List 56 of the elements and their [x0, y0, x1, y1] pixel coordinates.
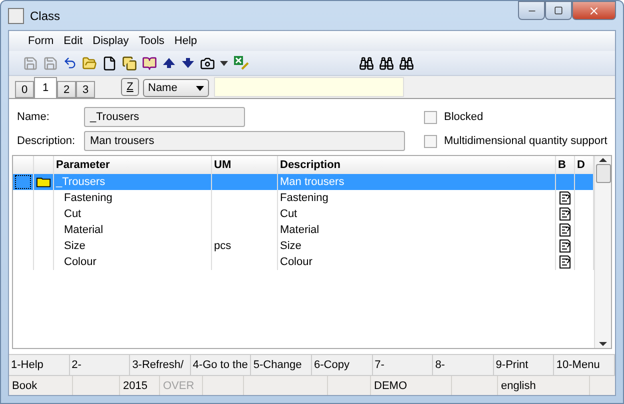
- status-text: english: [498, 376, 590, 395]
- up-arrow-icon[interactable]: [162, 57, 176, 69]
- tab[interactable]: 2: [57, 81, 76, 98]
- menu-item[interactable]: Edit: [58, 35, 88, 47]
- scroll-down-icon[interactable]: [599, 340, 607, 348]
- menu-item[interactable]: Form: [23, 35, 59, 47]
- table-cell: Colour: [278, 254, 556, 270]
- spreadsheet-pen-icon[interactable]: [233, 55, 249, 71]
- status-text: DEMO: [371, 376, 452, 395]
- description-field[interactable]: Man trousers: [84, 131, 405, 151]
- new-document-icon[interactable]: [102, 56, 117, 70]
- search-icon[interactable]: [359, 56, 374, 70]
- caret-icon: [196, 86, 204, 90]
- down-arrow-icon[interactable]: [181, 57, 195, 69]
- folder-open-icon[interactable]: [82, 56, 97, 70]
- status-text: Book: [9, 376, 73, 395]
- checkbox[interactable]: [424, 110, 437, 124]
- sort-dropdown[interactable]: Name: [143, 79, 209, 97]
- menu-item[interactable]: Display: [88, 35, 134, 47]
- note-icon[interactable]: [559, 207, 571, 221]
- note-icon[interactable]: [559, 191, 571, 205]
- app-icon: [8, 8, 24, 24]
- close-icon: [588, 4, 600, 16]
- table-cell: Colour: [54, 254, 212, 270]
- tab[interactable]: 3: [76, 81, 95, 98]
- note-icon[interactable]: [559, 255, 571, 269]
- note-icon[interactable]: [559, 239, 571, 253]
- camera-icon[interactable]: [200, 56, 215, 70]
- status-text: OVER: [160, 376, 203, 395]
- close-button[interactable]: [572, 1, 616, 20]
- caret-icon[interactable]: [220, 60, 228, 66]
- menu-item[interactable]: Tools: [134, 35, 170, 47]
- note-icon[interactable]: [559, 223, 571, 237]
- tab[interactable]: 1: [34, 77, 57, 98]
- name-field[interactable]: _Trousers: [84, 107, 245, 127]
- field-label: Name:: [17, 111, 50, 123]
- window-title: Class: [30, 8, 62, 22]
- undo-icon[interactable]: [63, 56, 77, 70]
- status-text: 2015: [120, 376, 160, 395]
- scroll-thumb[interactable]: [596, 164, 610, 183]
- search-field[interactable]: [214, 77, 404, 97]
- minimize-button[interactable]: [518, 1, 545, 20]
- field-label: Description:: [17, 135, 76, 147]
- dropdown-value: Name: [148, 82, 178, 94]
- sort-button[interactable]: Z: [121, 78, 139, 96]
- menu-item[interactable]: Help: [169, 35, 202, 47]
- checkbox-label: Multidimensional quantity support: [444, 135, 608, 147]
- copy-icon[interactable]: [122, 56, 137, 70]
- checkbox-label: Blocked: [444, 111, 484, 123]
- folder-icon: [36, 176, 51, 188]
- maximize-button[interactable]: [545, 1, 572, 20]
- book-icon[interactable]: [142, 56, 157, 70]
- checkbox[interactable]: [424, 134, 437, 148]
- maximize-icon: [554, 6, 563, 15]
- scrollbar[interactable]: [594, 156, 611, 348]
- tab[interactable]: 0: [15, 81, 34, 98]
